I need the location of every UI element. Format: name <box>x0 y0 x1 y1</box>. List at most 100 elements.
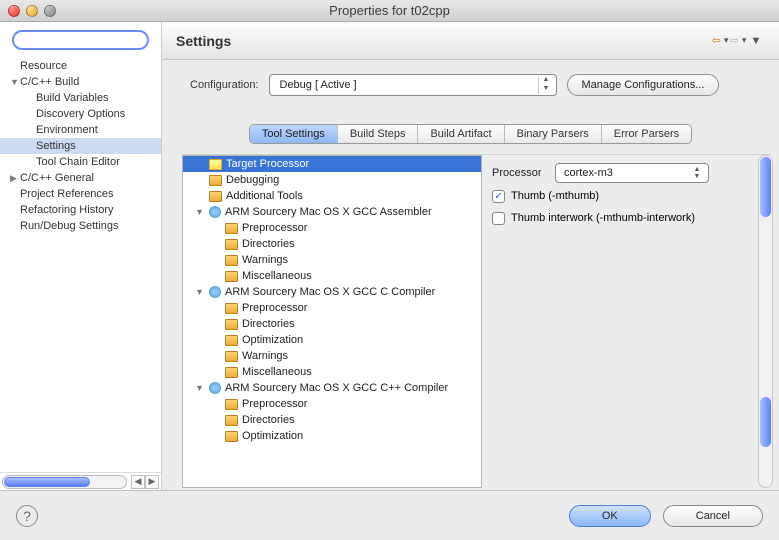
nav-item-label: Run/Debug Settings <box>20 220 118 232</box>
tab-error-parsers[interactable]: Error Parsers <box>602 125 691 143</box>
hscroll-left-icon[interactable]: ◀ <box>131 475 145 489</box>
vscroll-thumb-top[interactable] <box>760 157 771 217</box>
tree-node-label: Preprocessor <box>242 398 307 410</box>
configuration-combo[interactable]: Debug [ Active ] ▲▼ <box>269 74 557 96</box>
tree-node-label: ARM Sourcery Mac OS X GCC C Compiler <box>225 286 435 298</box>
thumb-interwork-checkbox[interactable] <box>492 212 505 225</box>
tree-node-target-processor[interactable]: ▶Target Processor <box>183 156 481 172</box>
nav-item-c-c-general[interactable]: ▶C/C++ General <box>0 170 161 186</box>
tree-node-optimization[interactable]: ▶Optimization <box>183 428 481 444</box>
nav-item-settings[interactable]: ▶Settings <box>0 138 161 154</box>
folder-icon <box>225 239 238 250</box>
nav-item-environment[interactable]: ▶Environment <box>0 122 161 138</box>
tree-node-label: Warnings <box>242 254 288 266</box>
tree-node-preprocessor[interactable]: ▶Preprocessor <box>183 220 481 236</box>
nav-item-c-c-build[interactable]: ▼C/C++ Build <box>0 74 161 90</box>
configuration-label: Configuration: <box>190 79 259 91</box>
nav-item-refactoring-history[interactable]: ▶Refactoring History <box>0 202 161 218</box>
tree-node-preprocessor[interactable]: ▶Preprocessor <box>183 300 481 316</box>
nav-item-run-debug-settings[interactable]: ▶Run/Debug Settings <box>0 218 161 234</box>
tree-node-directories[interactable]: ▶Directories <box>183 316 481 332</box>
tab-build-steps[interactable]: Build Steps <box>338 125 419 143</box>
nav-item-label: C/C++ Build <box>20 76 79 88</box>
tree-node-warnings[interactable]: ▶Warnings <box>183 348 481 364</box>
tab-binary-parsers[interactable]: Binary Parsers <box>505 125 602 143</box>
tab-tool-settings[interactable]: Tool Settings <box>250 125 338 143</box>
nav-item-label: Settings <box>36 140 76 152</box>
manage-configurations-button[interactable]: Manage Configurations... <box>567 74 720 96</box>
nav-item-project-references[interactable]: ▶Project References <box>0 186 161 202</box>
folder-icon <box>225 431 238 442</box>
tree-node-directories[interactable]: ▶Directories <box>183 412 481 428</box>
thumb-checkbox[interactable]: ✓ <box>492 190 505 203</box>
hscroll-track[interactable] <box>2 475 127 489</box>
tree-node-label: Miscellaneous <box>242 366 312 378</box>
tree-node-label: Optimization <box>242 334 303 346</box>
nav-item-label: Project References <box>20 188 114 200</box>
tree-node-warnings[interactable]: ▶Warnings <box>183 252 481 268</box>
tree-node-label: Directories <box>242 238 295 250</box>
nav-item-label: Build Variables <box>36 92 109 104</box>
content-vscroll[interactable] <box>758 155 773 488</box>
nav-item-resource[interactable]: ▶Resource <box>0 58 161 74</box>
nav-item-discovery-options[interactable]: ▶Discovery Options <box>0 106 161 122</box>
help-icon[interactable]: ? <box>16 505 38 527</box>
back-icon[interactable]: ⇦▾ <box>711 32 729 50</box>
tree-arrow-icon: ▼ <box>195 207 205 217</box>
cancel-button[interactable]: Cancel <box>663 505 763 527</box>
combo-stepper-icon[interactable]: ▲▼ <box>538 76 554 94</box>
sidebar: ▶Resource▼C/C++ Build▶Build Variables▶Di… <box>0 22 162 490</box>
tree-node-preprocessor[interactable]: ▶Preprocessor <box>183 396 481 412</box>
select-stepper-icon[interactable]: ▲▼ <box>690 166 704 180</box>
tree-node-label: Additional Tools <box>226 190 303 202</box>
folder-icon <box>225 367 238 378</box>
tree-node-optimization[interactable]: ▶Optimization <box>183 332 481 348</box>
hscroll-right-icon[interactable]: ▶ <box>145 475 159 489</box>
tree-node-arm-sourcery-mac-os-x-gcc-assembler[interactable]: ▼ ARM Sourcery Mac OS X GCC Assembler <box>183 204 481 220</box>
folder-icon <box>225 415 238 426</box>
window-title: Properties for t02cpp <box>0 3 779 18</box>
folder-icon <box>225 271 238 282</box>
nav-item-build-variables[interactable]: ▶Build Variables <box>0 90 161 106</box>
tree-node-miscellaneous[interactable]: ▶Miscellaneous <box>183 268 481 284</box>
footer: ? OK Cancel <box>0 490 779 540</box>
nav-item-label: Environment <box>36 124 98 136</box>
nav-item-label: C/C++ General <box>20 172 94 184</box>
folder-icon <box>225 319 238 330</box>
folder-icon <box>209 159 222 170</box>
tree-node-label: Target Processor <box>226 158 309 170</box>
tree-node-arm-sourcery-mac-os-x-gcc-c-compiler[interactable]: ▼ ARM Sourcery Mac OS X GCC C++ Compiler <box>183 380 481 396</box>
hscroll-thumb[interactable] <box>4 477 90 487</box>
menu-dropdown-icon[interactable]: ▼ <box>747 32 765 50</box>
gear-icon <box>209 206 221 218</box>
tree-node-debugging[interactable]: ▶Debugging <box>183 172 481 188</box>
processor-label: Processor <box>492 167 547 179</box>
gear-icon <box>209 382 221 394</box>
configuration-value: Debug [ Active ] <box>280 79 538 91</box>
thumb-interwork-label: Thumb interwork (-mthumb-interwork) <box>511 212 695 224</box>
tree-node-label: Preprocessor <box>242 222 307 234</box>
tree-node-label: Directories <box>242 414 295 426</box>
tab-build-artifact[interactable]: Build Artifact <box>418 125 504 143</box>
tree-node-directories[interactable]: ▶Directories <box>183 236 481 252</box>
processor-select[interactable]: cortex-m3 ▲▼ <box>555 163 709 183</box>
tree-node-label: Debugging <box>226 174 279 186</box>
tree-node-arm-sourcery-mac-os-x-gcc-c-compiler[interactable]: ▼ARM Sourcery Mac OS X GCC C Compiler <box>183 284 481 300</box>
forward-icon[interactable]: ⇨▾ <box>729 32 747 50</box>
vscroll-thumb-bottom[interactable] <box>760 397 771 447</box>
folder-icon <box>209 191 222 202</box>
gear-icon <box>209 286 221 298</box>
tree-node-miscellaneous[interactable]: ▶Miscellaneous <box>183 364 481 380</box>
tree-arrow-icon: ▼ <box>195 383 205 393</box>
tree-node-label: ARM Sourcery Mac OS X GCC Assembler <box>225 206 432 218</box>
nav-item-tool-chain-editor[interactable]: ▶Tool Chain Editor <box>0 154 161 170</box>
folder-icon <box>225 223 238 234</box>
titlebar: Properties for t02cpp <box>0 0 779 22</box>
ok-button[interactable]: OK <box>569 505 651 527</box>
tree-node-additional-tools[interactable]: ▶Additional Tools <box>183 188 481 204</box>
settings-header: Settings ⇦▾ ⇨▾ ▼ <box>162 22 779 60</box>
tool-settings-tree[interactable]: ▶Target Processor▶Debugging▶Additional T… <box>182 155 482 488</box>
nav-item-label: Discovery Options <box>36 108 125 120</box>
filter-input[interactable] <box>12 30 149 50</box>
tree-node-label: ARM Sourcery Mac OS X GCC C++ Compiler <box>225 382 448 394</box>
